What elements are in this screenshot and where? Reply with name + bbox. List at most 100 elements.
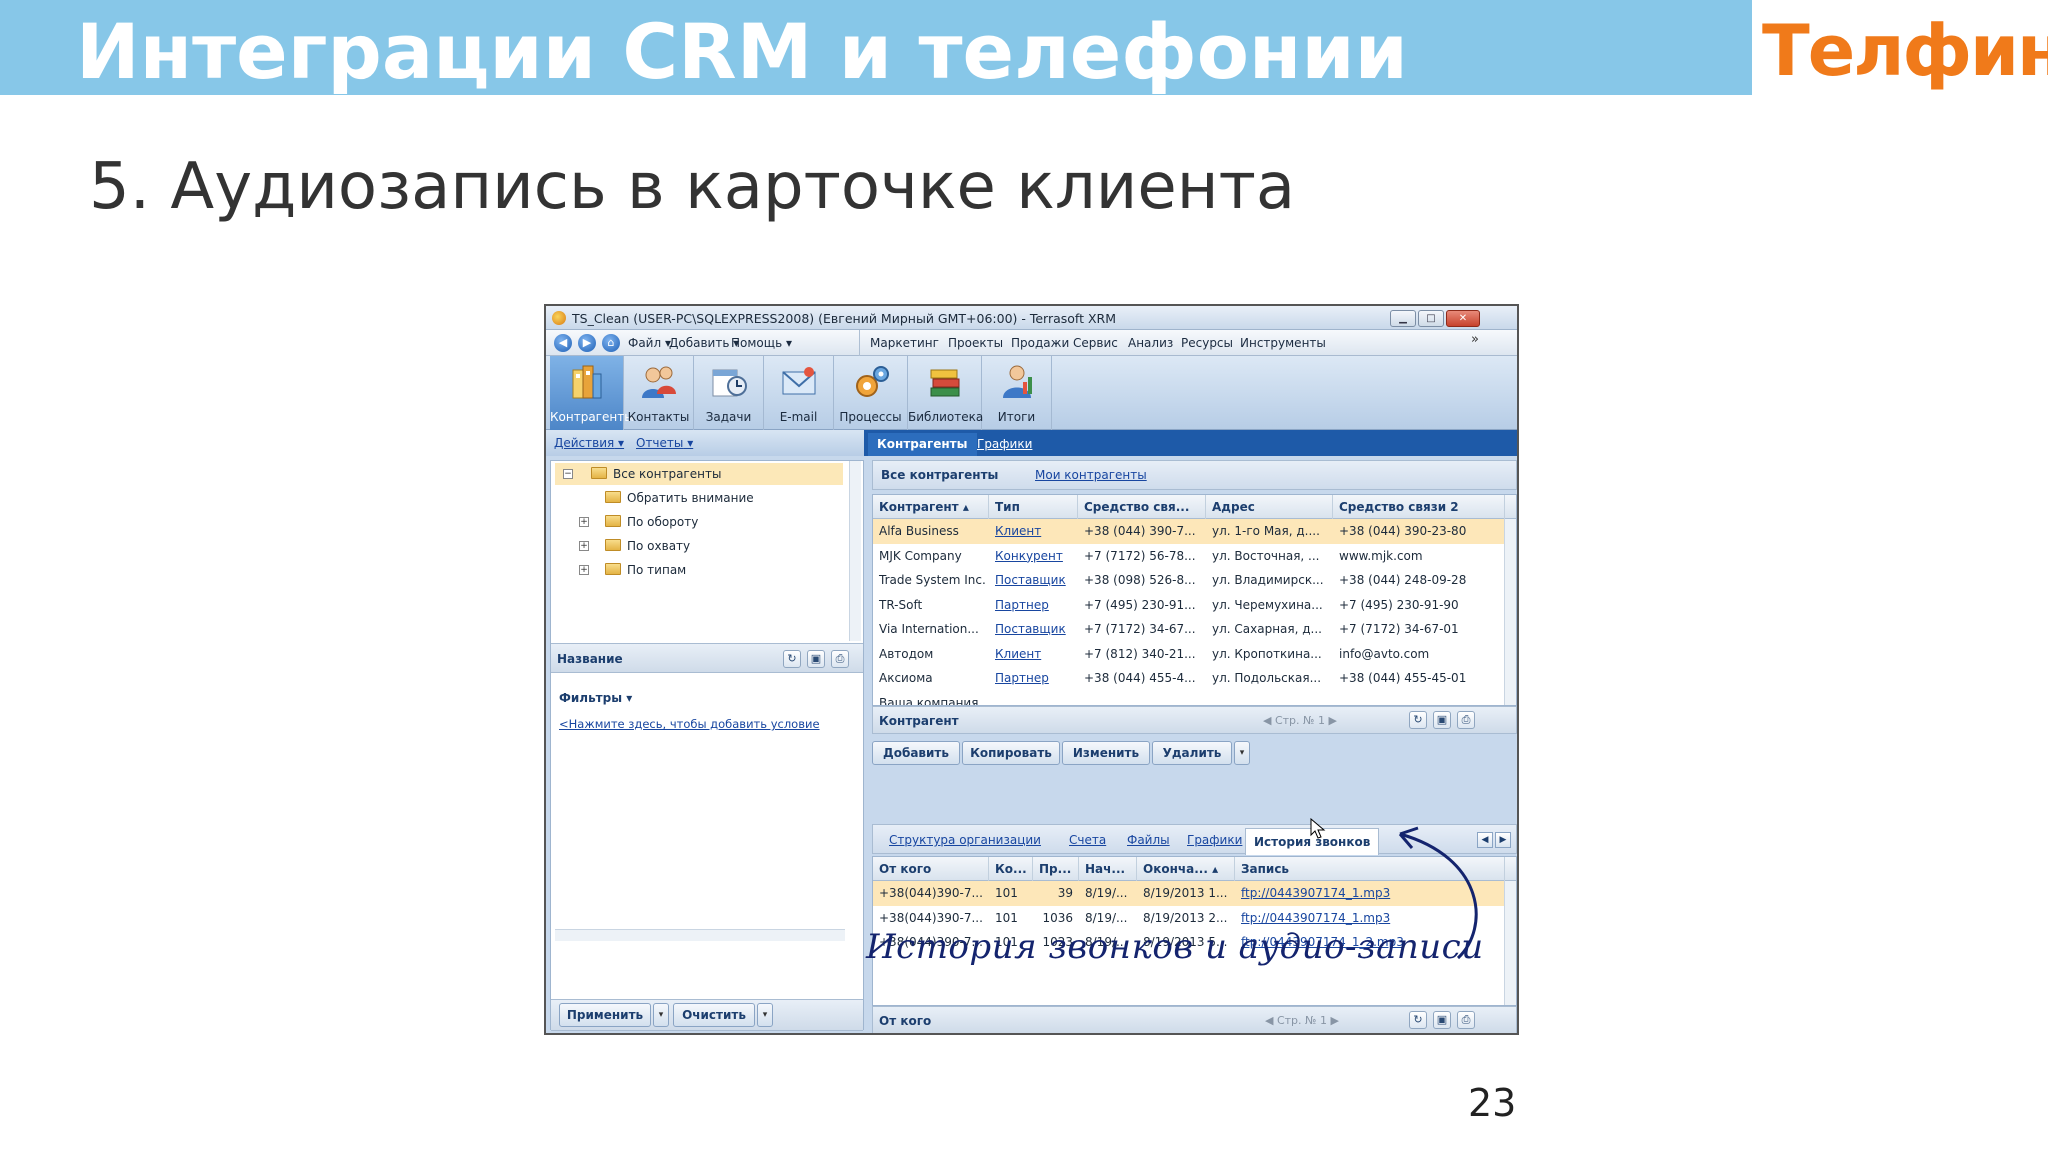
tree-item-types[interactable]: + По типам — [555, 559, 843, 581]
tab-files[interactable]: Файлы — [1127, 833, 1170, 847]
ribbon-contacts-button[interactable]: Контакты — [624, 356, 694, 430]
menu-analysis[interactable]: Анализ — [1128, 336, 1173, 350]
clear-button[interactable]: Очистить — [673, 1003, 755, 1027]
column-header-start[interactable]: Нач... — [1079, 857, 1137, 881]
table-cell[interactable] — [989, 691, 1078, 706]
tree-item-attention[interactable]: Обратить внимание — [555, 487, 843, 509]
table-row[interactable]: MJK Company Конкурент +7 (7172) 56-78... ул… — [873, 544, 1504, 569]
add-button[interactable]: Добавить — [872, 741, 960, 765]
subtab-my-accounts[interactable]: Мои контрагенты — [1035, 468, 1147, 482]
tree-footer: Название ↻ ▣ ⎙ — [551, 643, 863, 673]
table-cell[interactable]: Партнер — [989, 593, 1078, 618]
filters-h-scrollbar[interactable] — [555, 929, 845, 941]
print-icon[interactable]: ⎙ — [1457, 1011, 1475, 1029]
ribbon-results-button[interactable]: Итоги — [982, 356, 1052, 430]
edit-button[interactable]: Изменить — [1062, 741, 1150, 765]
clear-dropdown-icon[interactable]: ▾ — [757, 1003, 773, 1027]
menu-resources[interactable]: Ресурсы — [1181, 336, 1233, 350]
tree-item-all-accounts[interactable]: − Все контрагенты — [555, 463, 843, 485]
tab-org-structure[interactable]: Структура организации — [889, 833, 1041, 847]
table-cell[interactable]: Клиент — [989, 519, 1078, 544]
expand-icon[interactable]: + — [579, 517, 589, 527]
forward-icon[interactable]: ▶ — [578, 334, 596, 352]
column-header-account[interactable]: Контрагент ▴ — [873, 495, 989, 519]
tab-charts-detail[interactable]: Графики — [1187, 833, 1242, 847]
tab-invoices[interactable]: Счета — [1069, 833, 1106, 847]
table-row[interactable]: Alfa Business Клиент +38 (044) 390-7... ул.… — [873, 519, 1504, 544]
column-header-type[interactable]: Тип — [989, 495, 1078, 519]
close-button[interactable]: ✕ — [1446, 310, 1480, 327]
call-history-scrollbar[interactable] — [1504, 881, 1516, 1005]
tabs-scroll-right-icon[interactable]: ▶ — [1495, 832, 1511, 848]
table-cell[interactable]: Поставщик — [989, 617, 1078, 642]
add-condition-link[interactable]: <Нажмите здесь, чтобы добавить условие — [559, 717, 820, 731]
menu-service[interactable]: Сервис — [1073, 336, 1118, 350]
home-icon[interactable]: ⌂ — [602, 334, 620, 352]
menu-marketing[interactable]: Маркетинг — [870, 336, 939, 350]
menu-tools[interactable]: Инструменты — [1240, 336, 1326, 350]
menu-add[interactable]: Добавить ▾ — [669, 336, 739, 350]
tab-accounts[interactable]: Контрагенты — [868, 433, 977, 456]
ribbon-email-button[interactable]: E-mail — [764, 356, 834, 430]
print-icon[interactable]: ⎙ — [831, 650, 849, 668]
column-header-address[interactable]: Адрес — [1206, 495, 1333, 519]
ribbon-library-button[interactable]: Библиотека — [908, 356, 983, 430]
filters-title[interactable]: Фильтры ▾ — [559, 691, 632, 705]
menu-more-icon[interactable]: » — [1471, 332, 1479, 347]
tree-scrollbar[interactable] — [849, 461, 861, 641]
column-header-contact[interactable]: Средство свя... — [1078, 495, 1206, 519]
table-row[interactable]: Via Internation... Поставщик +7 (7172) 34-… — [873, 617, 1504, 642]
maximize-button[interactable]: □ — [1418, 310, 1444, 327]
expand-icon[interactable]: + — [579, 565, 589, 575]
menu-sales[interactable]: Продажи — [1011, 336, 1069, 350]
ribbon-tasks-button[interactable]: Задачи — [694, 356, 764, 430]
table-cell[interactable]: Клиент — [989, 642, 1078, 667]
refresh-icon[interactable]: ↻ — [783, 650, 801, 668]
column-header-contact2[interactable]: Средство связи 2 — [1333, 495, 1505, 519]
column-header-from[interactable]: От кого — [873, 857, 989, 881]
collapse-icon[interactable]: − — [563, 469, 573, 479]
apply-button[interactable]: Применить — [559, 1003, 651, 1027]
accounts-pager[interactable]: ◀ Стр. № 1 ▶ — [1263, 712, 1337, 730]
minimize-button[interactable]: ▁ — [1390, 310, 1416, 327]
ribbon-accounts-button[interactable]: Контрагенты — [550, 356, 634, 430]
print-icon[interactable]: ⎙ — [1457, 711, 1475, 729]
column-header-end[interactable]: Оконча... ▴ — [1137, 857, 1235, 881]
table-row[interactable]: Аксиома Партнер +38 (044) 455-4... ул. Подо… — [873, 666, 1504, 691]
window-titlebar[interactable]: TS_Clean (USER-PC\SQLEXPRESS2008) (Евген… — [546, 306, 1517, 330]
delete-button[interactable]: Удалить — [1152, 741, 1232, 765]
menu-file[interactable]: Файл ▾ — [628, 336, 671, 350]
reports-link[interactable]: Отчеты ▾ — [636, 436, 693, 450]
menu-help[interactable]: Помощь ▾ — [731, 336, 792, 350]
apply-dropdown-icon[interactable]: ▾ — [653, 1003, 669, 1027]
column-header-duration[interactable]: Пр... — [1033, 857, 1079, 881]
table-row[interactable]: Автодом Клиент +7 (812) 340-21... ул. Кропо… — [873, 642, 1504, 667]
refresh-icon[interactable]: ↻ — [1409, 711, 1427, 729]
save-icon[interactable]: ▣ — [1433, 1011, 1451, 1029]
refresh-icon[interactable]: ↻ — [1409, 1011, 1427, 1029]
table-cell — [1333, 691, 1504, 706]
ribbon-processes-button[interactable]: Процессы — [834, 356, 908, 430]
back-icon[interactable]: ◀ — [554, 334, 572, 352]
table-row[interactable]: TR-Soft Партнер +7 (495) 230-91... ул. Чере… — [873, 593, 1504, 618]
actions-link[interactable]: Действия ▾ — [554, 436, 624, 450]
more-actions-icon[interactable]: ▾ — [1234, 741, 1250, 765]
subtab-all-accounts[interactable]: Все контрагенты — [881, 468, 998, 482]
expand-icon[interactable]: + — [579, 541, 589, 551]
filters-panel: Фильтры ▾ <Нажмите здесь, чтобы добавить… — [551, 681, 863, 985]
column-header-to[interactable]: Ко... — [989, 857, 1033, 881]
table-cell[interactable]: Партнер — [989, 666, 1078, 691]
tree-item-turnover[interactable]: + По обороту — [555, 511, 843, 533]
table-cell[interactable]: Поставщик — [989, 568, 1078, 593]
call-history-pager[interactable]: ◀ Стр. № 1 ▶ — [1265, 1012, 1339, 1030]
save-icon[interactable]: ▣ — [807, 650, 825, 668]
table-row[interactable]: Ваша компания — [873, 691, 1504, 706]
accounts-scrollbar[interactable] — [1504, 519, 1516, 705]
menu-projects[interactable]: Проекты — [948, 336, 1003, 350]
table-cell[interactable]: Конкурент — [989, 544, 1078, 569]
copy-button[interactable]: Копировать — [962, 741, 1060, 765]
tree-item-coverage[interactable]: + По охвату — [555, 535, 843, 557]
tab-charts[interactable]: Графики — [968, 433, 1041, 456]
table-row[interactable]: Trade System Inc. Поставщик +38 (098) 526-… — [873, 568, 1504, 593]
save-icon[interactable]: ▣ — [1433, 711, 1451, 729]
